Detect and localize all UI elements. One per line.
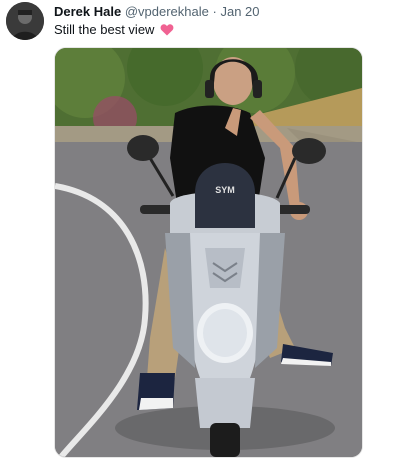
tweet-photo[interactable]: SYM [54, 47, 363, 458]
author-name[interactable]: Derek Hale [54, 4, 121, 19]
pink-heart-icon [160, 23, 174, 40]
photo-scooter-rider: SYM [55, 48, 362, 457]
avatar-image [6, 2, 44, 40]
header-separator: · [212, 4, 217, 19]
author-handle[interactable]: @vpderekhale [125, 4, 209, 19]
tweet-text-line: Still the best view [54, 22, 174, 40]
tweet[interactable]: Derek Hale @vpderekhale · Jan 20 Still t… [0, 0, 416, 464]
tweet-header: Derek Hale @vpderekhale · Jan 20 [54, 4, 408, 20]
avatar[interactable] [6, 2, 44, 40]
tweet-text: Still the best view [54, 22, 155, 37]
tweet-date[interactable]: Jan 20 [220, 4, 259, 19]
scooter-brand-badge: SYM [215, 185, 235, 195]
